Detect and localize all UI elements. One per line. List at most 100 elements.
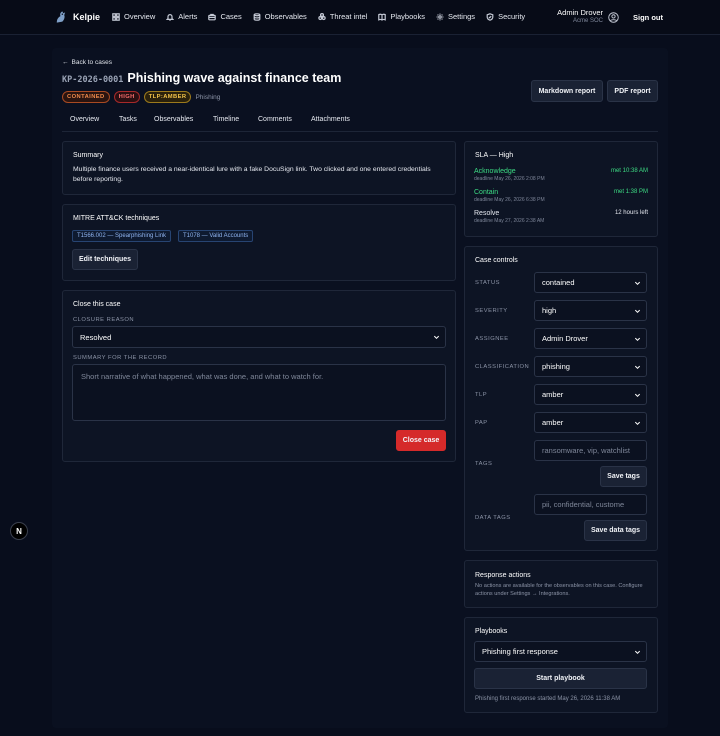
briefcase-icon xyxy=(208,13,217,20)
tab-overview[interactable]: Overview xyxy=(70,116,99,123)
sla-title: SLA — High xyxy=(475,152,514,159)
tlp-value: amber xyxy=(542,390,564,399)
markdown-report-button[interactable]: Markdown report xyxy=(531,80,603,102)
tags-label: TAGS xyxy=(475,461,493,467)
user-info: Admin Drover Acme SOC xyxy=(557,8,603,24)
chevron-down-icon xyxy=(433,335,440,340)
response-actions-title: Response actions xyxy=(475,572,531,579)
nav-item-label: Threat intel xyxy=(329,12,368,21)
save-tags-button[interactable]: Save tags xyxy=(600,466,647,487)
grid-icon xyxy=(112,12,120,21)
nav-item-label: Security xyxy=(498,12,526,21)
summary-for-record-textarea[interactable]: Short narrative of what happened, what w… xyxy=(72,364,446,421)
biohazard-icon xyxy=(318,12,326,20)
user-name: Admin Drover xyxy=(557,8,603,17)
bell-icon xyxy=(166,13,175,21)
tab-tasks[interactable]: Tasks xyxy=(119,116,137,123)
severity-label: SEVERITY xyxy=(475,308,508,314)
assignee-select[interactable]: Admin Drover xyxy=(534,328,647,349)
case-tabs: Overview Tasks Observables Timeline Comm… xyxy=(62,112,658,132)
closure-reason-value: Resolved xyxy=(80,332,112,342)
nav-item-security[interactable]: Security xyxy=(486,12,525,21)
playbook-selected: Phishing first response xyxy=(482,647,558,656)
case-id: KP-2026-0001 xyxy=(62,75,124,85)
summary-for-record-label: SUMMARY FOR THE RECORD xyxy=(73,355,168,361)
playbooks-title: Playbooks xyxy=(475,628,508,635)
floating-n-button[interactable]: N xyxy=(10,522,28,540)
back-to-cases-link[interactable]: ← Back to cases xyxy=(62,59,112,66)
chevron-down-icon xyxy=(634,393,641,397)
playbook-select[interactable]: Phishing first response xyxy=(474,641,647,662)
sla-status: met 1:38 PM xyxy=(613,189,648,195)
edit-techniques-button[interactable]: Edit techniques xyxy=(72,249,138,270)
sla-row-resolve: Resolve deadline May 27, 2026 2:38 AM 12… xyxy=(474,210,648,224)
nav-item-label: Observables xyxy=(264,12,307,21)
brand-name: Kelpie xyxy=(73,12,101,22)
nav-item-label: Playbooks xyxy=(390,12,425,21)
assignee-label: ASSIGNEE xyxy=(475,336,509,342)
classification-label: CLASSIFICATION xyxy=(475,364,530,370)
page-title: Phishing wave against finance team xyxy=(127,71,342,85)
tags-input[interactable]: ransomware, vip, watchlist xyxy=(534,440,647,461)
response-actions-text: No actions are available for the observa… xyxy=(475,583,643,597)
arrow-left-icon: ← xyxy=(62,59,69,66)
database-icon xyxy=(253,12,261,21)
data-tags-input[interactable]: pii, confidential, custome xyxy=(534,494,647,515)
start-playbook-button[interactable]: Start playbook xyxy=(474,668,647,689)
sign-out-link[interactable]: Sign out xyxy=(633,13,663,22)
user-avatar-icon[interactable] xyxy=(608,12,619,23)
chevron-down-icon xyxy=(634,650,641,654)
close-case-button[interactable]: Close case xyxy=(396,430,446,451)
close-case-title: Close this case xyxy=(73,301,121,308)
severity-badge: HIGH xyxy=(113,91,140,103)
severity-select[interactable]: high xyxy=(534,300,647,321)
classification-select[interactable]: phishing xyxy=(534,356,647,377)
nav-item-cases[interactable]: Cases xyxy=(208,12,242,21)
tab-timeline[interactable]: Timeline xyxy=(213,116,239,123)
assignee-value: Admin Drover xyxy=(542,334,588,343)
tab-observables[interactable]: Observables xyxy=(154,116,193,123)
book-icon xyxy=(378,13,387,21)
category-label: Phishing xyxy=(195,93,221,101)
status-badge: CONTAINED xyxy=(62,91,110,103)
case-badges: CONTAINED HIGH TLP:AMBER Phishing xyxy=(62,91,220,103)
pdf-report-button[interactable]: PDF report xyxy=(607,80,658,102)
closure-reason-select[interactable]: Resolved xyxy=(72,326,446,348)
tlp-select[interactable]: amber xyxy=(534,384,647,405)
sla-deadline: deadline May 26, 2026 2:08 PM xyxy=(474,176,545,182)
sla-status: met 10:38 AM xyxy=(610,168,648,174)
nav-item-alerts[interactable]: Alerts xyxy=(166,12,197,21)
chevron-down-icon xyxy=(634,337,641,341)
pap-select[interactable]: amber xyxy=(534,412,647,433)
pap-label: PAP xyxy=(475,420,488,426)
tab-comments[interactable]: Comments xyxy=(258,116,292,123)
save-data-tags-button[interactable]: Save data tags xyxy=(584,520,647,541)
status-value: contained xyxy=(542,278,575,287)
nav-item-settings[interactable]: Settings xyxy=(436,12,475,21)
chevron-down-icon xyxy=(634,365,641,369)
chevron-down-icon xyxy=(634,309,641,313)
pap-value: amber xyxy=(542,418,564,427)
nav-item-playbooks[interactable]: Playbooks xyxy=(378,12,425,21)
nav-item-overview[interactable]: Overview xyxy=(112,12,155,21)
sla-deadline: deadline May 27, 2026 2:38 AM xyxy=(474,218,545,224)
mitre-chip[interactable]: T1078 — Valid Accounts xyxy=(178,230,254,242)
sla-status: 12 hours left xyxy=(614,210,648,216)
mitre-title: MITRE ATT&CK techniques xyxy=(73,215,160,222)
status-select[interactable]: contained xyxy=(534,272,647,293)
case-title-row: KP-2026-0001 Phishing wave against finan… xyxy=(62,71,341,85)
tab-attachments[interactable]: Attachments xyxy=(311,116,350,123)
chevron-down-icon xyxy=(634,281,641,285)
chevron-down-icon xyxy=(634,421,641,425)
nav-item-observables[interactable]: Observables xyxy=(253,12,307,21)
case-controls-title: Case controls xyxy=(475,257,518,264)
nav-item-label: Settings xyxy=(447,12,476,21)
shield-icon xyxy=(486,12,494,21)
classification-value: phishing xyxy=(542,362,570,371)
severity-value: high xyxy=(542,306,557,315)
nav-item-threat-intel[interactable]: Threat intel xyxy=(318,12,368,21)
summary-title: Summary xyxy=(73,152,103,159)
mitre-chip[interactable]: T1566.002 — Spearphishing Link xyxy=(72,230,172,242)
summary-text: Multiple finance users received a near-i… xyxy=(73,166,431,183)
brand[interactable]: Kelpie xyxy=(54,10,100,24)
